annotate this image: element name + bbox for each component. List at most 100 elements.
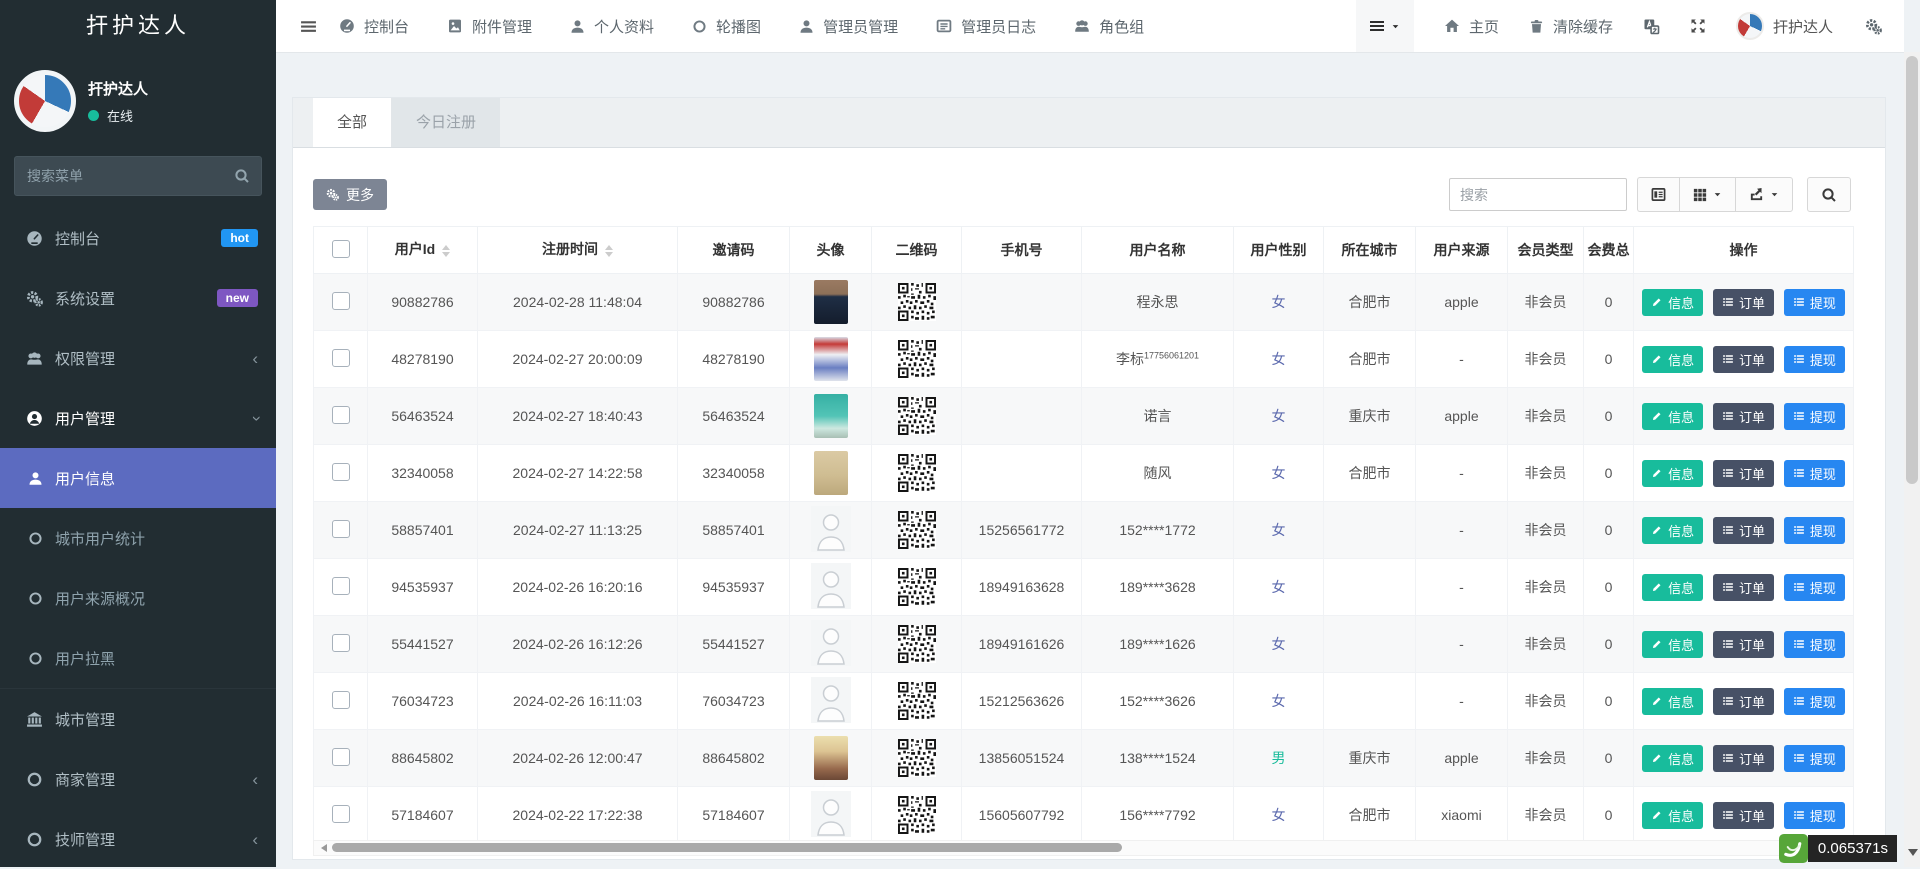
row-checkbox[interactable] xyxy=(332,406,350,424)
avatar[interactable] xyxy=(814,451,848,495)
avatar[interactable] xyxy=(814,736,848,780)
withdraw-button[interactable]: 提现 xyxy=(1784,688,1845,715)
row-checkbox[interactable] xyxy=(332,691,350,709)
qr-code[interactable] xyxy=(898,283,936,321)
info-button[interactable]: 信息 xyxy=(1642,403,1703,430)
vertical-scrollbar[interactable] xyxy=(1904,52,1920,867)
info-button[interactable]: 信息 xyxy=(1642,460,1703,487)
orders-button[interactable]: 订单 xyxy=(1713,346,1774,373)
info-button[interactable]: 信息 xyxy=(1642,802,1703,829)
scroll-left-arrow-icon[interactable] xyxy=(317,844,327,852)
withdraw-button[interactable]: 提现 xyxy=(1784,460,1845,487)
vertical-scrollbar-thumb[interactable] xyxy=(1906,56,1918,484)
row-checkbox[interactable] xyxy=(332,292,350,310)
row-checkbox[interactable] xyxy=(332,520,350,538)
sidebar-item-user-management[interactable]: 用户管理 ‹ xyxy=(0,388,276,448)
withdraw-button[interactable]: 提现 xyxy=(1784,517,1845,544)
withdraw-button[interactable]: 提现 xyxy=(1784,745,1845,772)
horizontal-scrollbar-thumb[interactable] xyxy=(332,843,1122,852)
select-all-checkbox[interactable] xyxy=(332,240,350,258)
nav-tab-attachments[interactable]: 附件管理 xyxy=(447,16,532,37)
default-avatar[interactable] xyxy=(811,791,851,837)
orders-button[interactable]: 订单 xyxy=(1713,745,1774,772)
qr-code[interactable] xyxy=(898,796,936,834)
info-button[interactable]: 信息 xyxy=(1642,745,1703,772)
qr-code[interactable] xyxy=(898,340,936,378)
columns-button[interactable] xyxy=(1679,177,1735,212)
nav-tab-role-group[interactable]: 角色组 xyxy=(1074,16,1144,37)
orders-button[interactable]: 订单 xyxy=(1713,688,1774,715)
table-search-input[interactable] xyxy=(1449,178,1627,211)
qr-code[interactable] xyxy=(898,682,936,720)
nav-tab-dashboard[interactable]: 控制台 xyxy=(339,16,409,37)
sidebar-item-merchant-management[interactable]: 商家管理 ‹ xyxy=(0,749,276,809)
account-menu[interactable]: 扞护达人 xyxy=(1736,12,1833,40)
language-button[interactable] xyxy=(1643,18,1660,35)
info-button[interactable]: 信息 xyxy=(1642,289,1703,316)
qr-code[interactable] xyxy=(898,568,936,606)
tab-today-registered[interactable]: 今日注册 xyxy=(392,98,500,147)
orders-button[interactable]: 订单 xyxy=(1713,403,1774,430)
orders-button[interactable]: 订单 xyxy=(1713,802,1774,829)
orders-button[interactable]: 订单 xyxy=(1713,631,1774,658)
nav-tabs-dropdown-button[interactable] xyxy=(1356,0,1414,52)
orders-button[interactable]: 订单 xyxy=(1713,517,1774,544)
default-avatar[interactable] xyxy=(811,677,851,723)
avatar[interactable] xyxy=(814,337,848,381)
sidebar-toggle-button[interactable] xyxy=(276,17,339,35)
row-checkbox[interactable] xyxy=(332,463,350,481)
sidebar-item-user-info[interactable]: 用户信息 xyxy=(0,448,276,508)
sort-icon[interactable] xyxy=(605,241,613,261)
info-button[interactable]: 信息 xyxy=(1642,688,1703,715)
default-avatar[interactable] xyxy=(811,506,851,552)
horizontal-scrollbar[interactable] xyxy=(313,840,1853,856)
avatar[interactable] xyxy=(814,280,848,324)
col-user-id[interactable]: 用户Id xyxy=(368,227,478,274)
qr-code[interactable] xyxy=(898,511,936,549)
orders-button[interactable]: 订单 xyxy=(1713,460,1774,487)
row-checkbox[interactable] xyxy=(332,748,350,766)
search-button[interactable] xyxy=(1807,177,1851,212)
home-button[interactable]: 主页 xyxy=(1444,16,1499,37)
withdraw-button[interactable]: 提现 xyxy=(1784,574,1845,601)
withdraw-button[interactable]: 提现 xyxy=(1784,346,1845,373)
info-button[interactable]: 信息 xyxy=(1642,346,1703,373)
qr-code[interactable] xyxy=(898,454,936,492)
withdraw-button[interactable]: 提现 xyxy=(1784,289,1845,316)
more-button[interactable]: 更多 xyxy=(313,179,387,210)
row-checkbox[interactable] xyxy=(332,577,350,595)
nav-tab-admin-management[interactable]: 管理员管理 xyxy=(799,16,898,37)
sidebar-item-dashboard[interactable]: 控制台 hot xyxy=(0,208,276,268)
clear-cache-button[interactable]: 清除缓存 xyxy=(1529,16,1613,37)
row-checkbox[interactable] xyxy=(332,349,350,367)
withdraw-button[interactable]: 提现 xyxy=(1784,403,1845,430)
default-avatar[interactable] xyxy=(811,620,851,666)
sort-icon[interactable] xyxy=(442,241,450,261)
row-checkbox[interactable] xyxy=(332,634,350,652)
qr-code[interactable] xyxy=(898,397,936,435)
qr-code[interactable] xyxy=(898,625,936,663)
info-button[interactable]: 信息 xyxy=(1642,574,1703,601)
sidebar-item-city-management[interactable]: 城市管理 xyxy=(0,688,276,749)
menu-search-input[interactable] xyxy=(14,156,262,196)
withdraw-button[interactable]: 提现 xyxy=(1784,802,1845,829)
sidebar-item-permissions[interactable]: 权限管理 ‹ xyxy=(0,328,276,388)
fullscreen-button[interactable] xyxy=(1690,18,1706,34)
qr-code[interactable] xyxy=(898,739,936,777)
orders-button[interactable]: 订单 xyxy=(1713,574,1774,601)
avatar[interactable] xyxy=(814,394,848,438)
settings-button[interactable] xyxy=(1865,17,1882,35)
scroll-down-arrow-icon[interactable] xyxy=(1908,849,1918,861)
sidebar-item-city-user-stats[interactable]: 城市用户统计 xyxy=(0,508,276,568)
orders-button[interactable]: 订单 xyxy=(1713,289,1774,316)
info-button[interactable]: 信息 xyxy=(1642,517,1703,544)
default-avatar[interactable] xyxy=(811,563,851,609)
sidebar-item-user-blacklist[interactable]: 用户拉黑 xyxy=(0,628,276,688)
info-button[interactable]: 信息 xyxy=(1642,631,1703,658)
sidebar-item-settings[interactable]: 系统设置 new xyxy=(0,268,276,328)
withdraw-button[interactable]: 提现 xyxy=(1784,631,1845,658)
col-register-time[interactable]: 注册时间 xyxy=(478,227,678,274)
nav-tab-admin-log[interactable]: 管理员日志 xyxy=(936,16,1036,37)
sidebar-item-user-source[interactable]: 用户来源概况 xyxy=(0,568,276,628)
nav-tab-carousel[interactable]: 轮播图 xyxy=(692,16,761,37)
